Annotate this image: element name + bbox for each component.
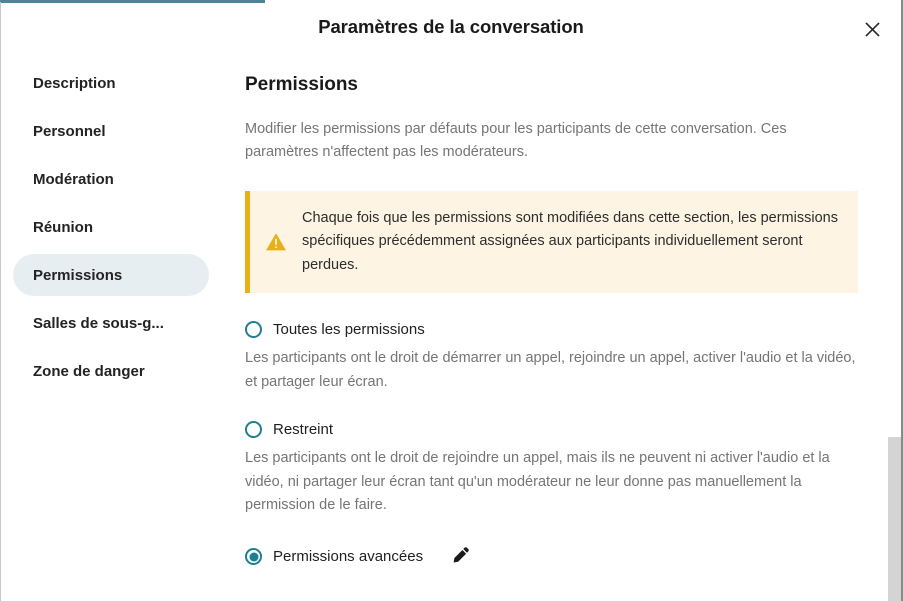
- sidebar-item-label: Salles de sous-g...: [33, 314, 164, 332]
- permission-option-0[interactable]: Toutes les permissions: [245, 321, 857, 339]
- page-title: Permissions: [245, 74, 358, 95]
- sidebar-item-3[interactable]: Réunion: [13, 206, 209, 248]
- sidebar-item-4[interactable]: Permissions: [13, 254, 209, 296]
- warning-triangle-icon: [264, 232, 288, 252]
- permission-option-label: Toutes les permissions: [273, 321, 425, 339]
- edit-advanced-permissions-button[interactable]: [449, 545, 473, 569]
- settings-sidebar: Description Personnel Modération Réunion Per…: [1, 62, 219, 601]
- close-dialog-button[interactable]: [857, 14, 887, 44]
- permission-option-1[interactable]: Restreint: [245, 421, 857, 439]
- dialog-titlebar: Paramètres de la conversation: [1, 3, 901, 55]
- permission-option-label: Permissions avancées: [273, 548, 424, 566]
- sidebar-item-2[interactable]: Modération: [13, 158, 209, 200]
- permission-option-label: Restreint: [273, 421, 334, 439]
- sidebar-item-label: Réunion: [33, 218, 93, 236]
- main-scrollbar-thumb[interactable]: [888, 437, 901, 601]
- sidebar-item-label: Zone de danger: [33, 362, 145, 380]
- permission-option-description: Les participants ont le droit de rejoind…: [245, 450, 830, 514]
- sidebar-item-label: Description: [33, 74, 116, 92]
- permissions-warning-callout: Chaque fois que les permissions sont mod…: [245, 190, 858, 294]
- page-description: Modifier les permissions par défauts pou…: [245, 121, 787, 161]
- radio-button-unselected[interactable]: [245, 321, 262, 339]
- pencil-icon: [452, 546, 470, 567]
- warning-callout-text: Chaque fois que les permissions sont mod…: [302, 209, 838, 273]
- radio-button-selected[interactable]: [245, 548, 262, 566]
- sidebar-item-label: Permissions: [33, 266, 123, 284]
- permission-option-2[interactable]: Permissions avancées: [245, 545, 857, 569]
- radio-button-unselected[interactable]: [245, 421, 262, 439]
- sidebar-item-label: Personnel: [33, 122, 106, 140]
- permission-options-group: Toutes les permissions Les participants o…: [245, 321, 857, 568]
- settings-main-panel: Permissions Modifier les permissions par…: [219, 62, 883, 601]
- sidebar-item-1[interactable]: Personnel: [13, 110, 209, 152]
- dialog-title: Paramètres de la conversation: [318, 16, 584, 37]
- main-scrollbar-track[interactable]: [888, 62, 901, 601]
- sidebar-item-label: Modération: [33, 170, 114, 188]
- close-icon: [864, 21, 880, 37]
- sidebar-item-6[interactable]: Zone de danger: [13, 350, 209, 392]
- conversation-settings-dialog: Paramètres de la conversation Descriptio…: [0, 0, 903, 601]
- sidebar-item-5[interactable]: Salles de sous-g...: [13, 302, 209, 344]
- permission-option-description: Les participants ont le droit de démarre…: [245, 350, 856, 390]
- sidebar-item-0[interactable]: Description: [13, 62, 209, 104]
